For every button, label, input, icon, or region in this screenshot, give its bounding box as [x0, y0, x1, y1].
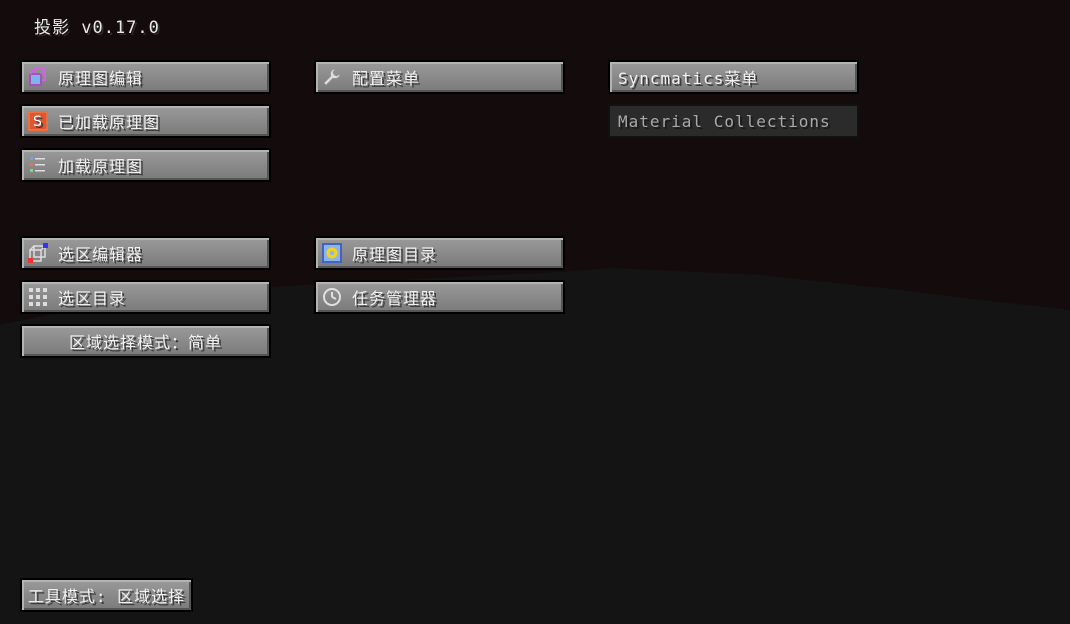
syncmatics-menu-label: Syncmatics菜单	[618, 69, 759, 88]
wrench-icon	[321, 66, 343, 88]
material-collections-button[interactable]: Material Collections	[608, 104, 859, 138]
area-selection-mode-button[interactable]: 区域选择模式：简单	[20, 324, 271, 358]
material-collections-label: Material Collections	[618, 111, 831, 131]
mod-title: 投影 v0.17.0	[34, 18, 160, 38]
selection-box-icon	[27, 242, 49, 264]
area-editor-label: 选区编辑器	[58, 245, 144, 264]
schematic-s-icon: S	[27, 110, 49, 132]
schematic-browser-label: 原理图目录	[352, 245, 438, 264]
grid-icon	[27, 286, 49, 308]
schematic-folder-icon	[321, 242, 343, 264]
schematic-editing-label: 原理图编辑	[58, 69, 144, 88]
area-browser-button[interactable]: 选区目录	[20, 280, 271, 314]
svg-text:S: S	[33, 114, 43, 130]
load-schematics-label: 加载原理图	[58, 157, 144, 176]
area-editor-button[interactable]: 选区编辑器	[20, 236, 271, 270]
config-menu-label: 配置菜单	[352, 69, 421, 88]
schematic-browser-button[interactable]: 原理图目录	[314, 236, 565, 270]
clock-icon	[321, 286, 343, 308]
loaded-schematics-label: 已加载原理图	[58, 113, 161, 132]
syncmatics-menu-button[interactable]: Syncmatics菜单	[608, 60, 859, 94]
load-schematics-button[interactable]: 加载原理图	[20, 148, 271, 182]
task-manager-label: 任务管理器	[352, 289, 438, 308]
area-selection-mode-label: 区域选择模式：简单	[68, 333, 222, 352]
tool-mode-label: 工具模式: 区域选择	[27, 587, 186, 606]
area-browser-label: 选区目录	[58, 289, 127, 308]
purple-cube-icon	[27, 66, 49, 88]
schematic-editing-button[interactable]: 原理图编辑	[20, 60, 271, 94]
tool-mode-button[interactable]: 工具模式: 区域选择	[20, 578, 193, 612]
list-icon	[27, 154, 49, 176]
task-manager-button[interactable]: 任务管理器	[314, 280, 565, 314]
loaded-schematics-button[interactable]: S 已加载原理图	[20, 104, 271, 138]
config-menu-button[interactable]: 配置菜单	[314, 60, 565, 94]
